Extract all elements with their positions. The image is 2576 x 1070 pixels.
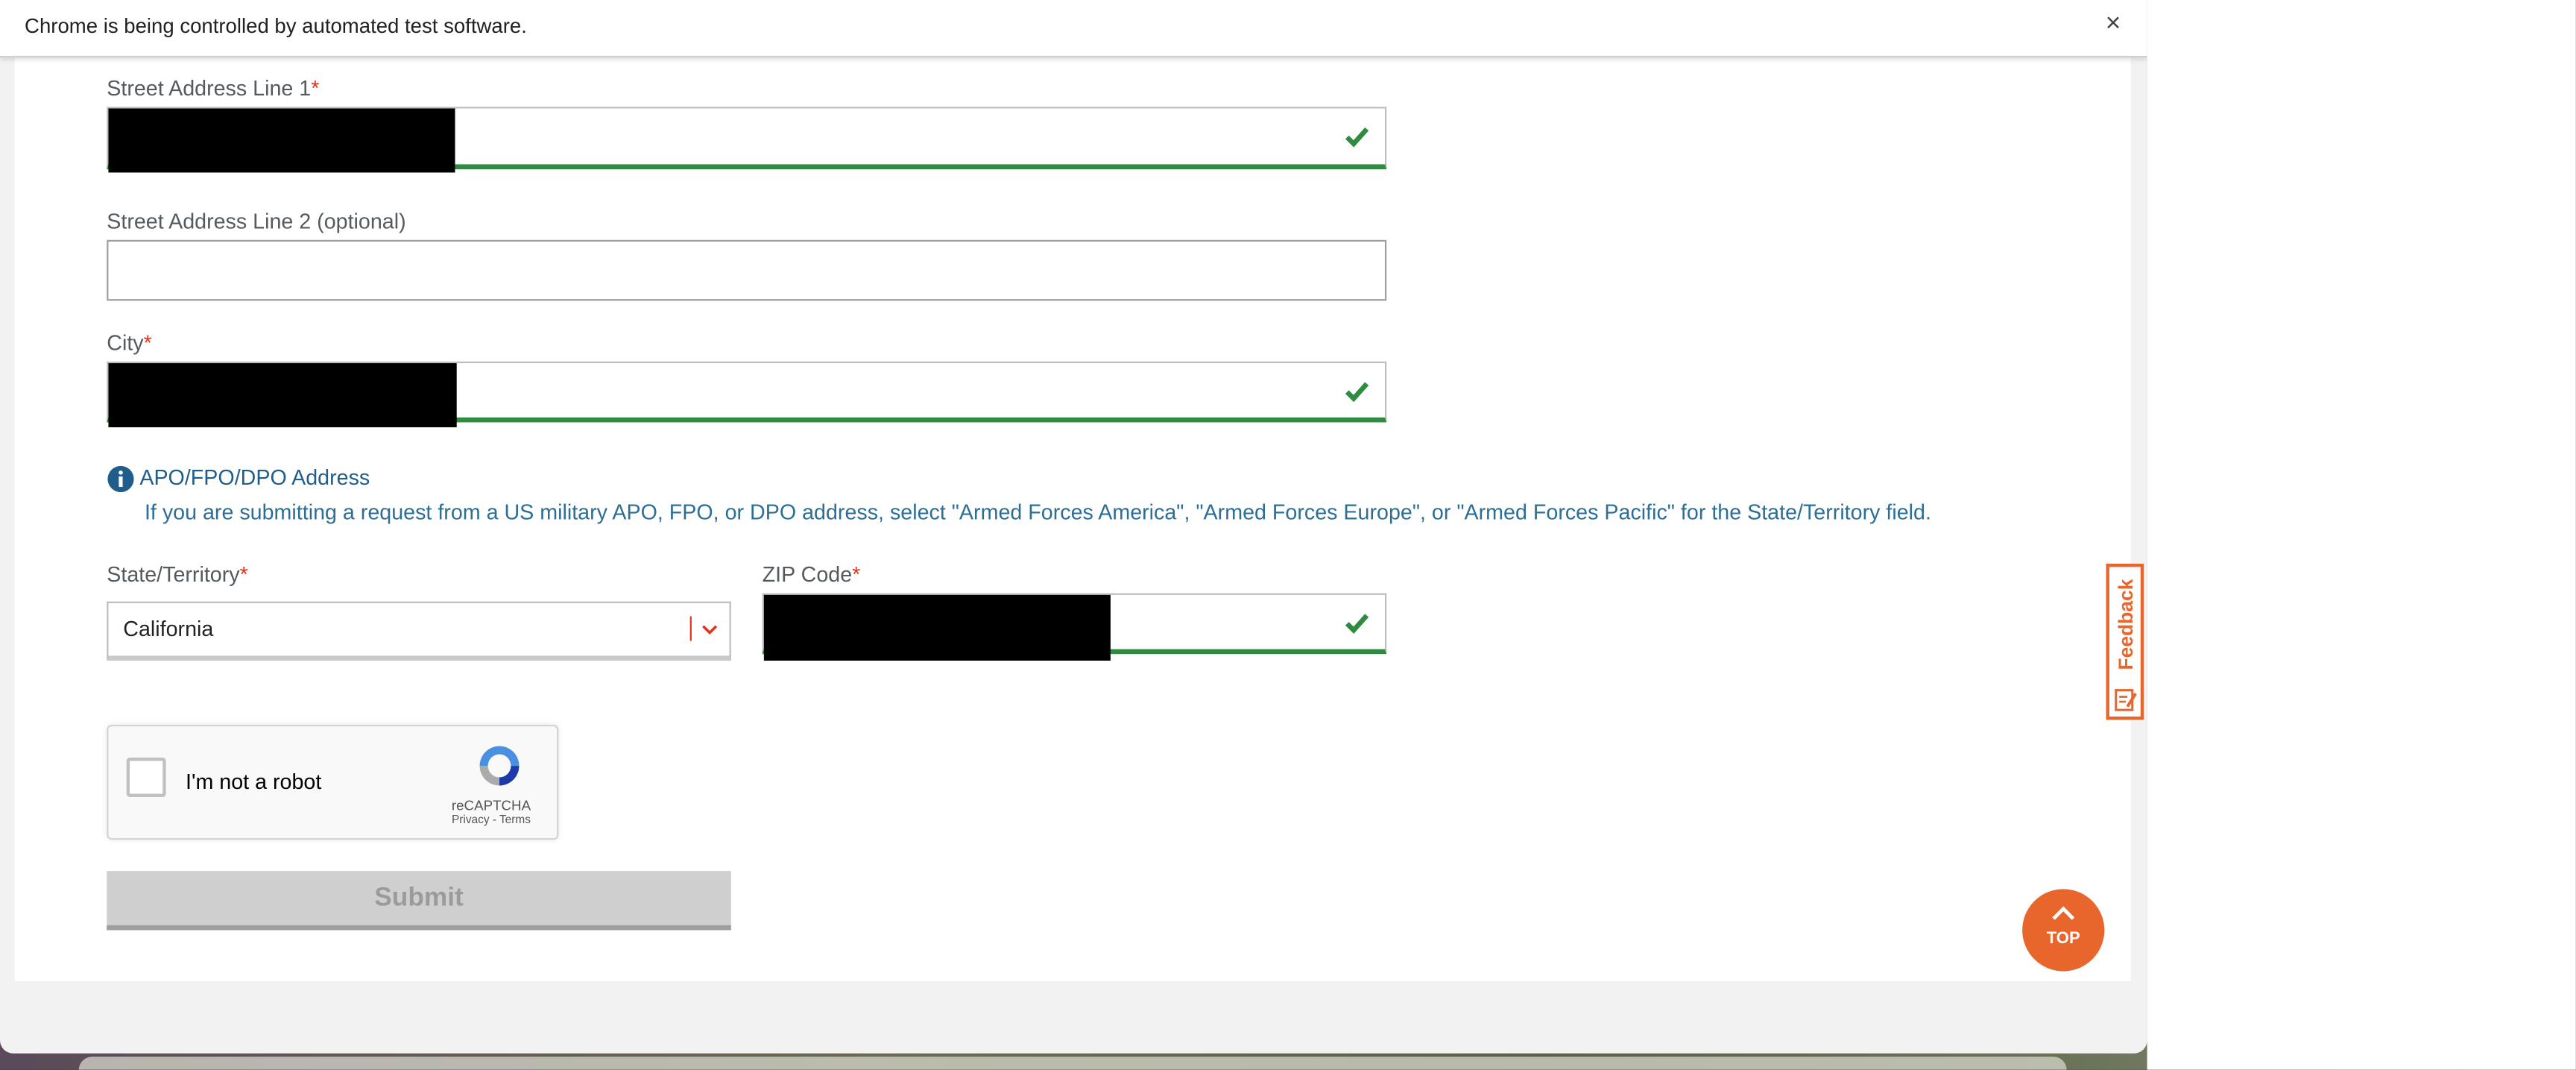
chevron-down-icon <box>702 625 718 635</box>
browser-window: Chrome is being controlled by automated … <box>0 0 2147 1054</box>
automation-infobar: Chrome is being controlled by automated … <box>0 0 2147 58</box>
recaptcha-logo-icon <box>479 746 520 786</box>
street1-input[interactable] <box>107 107 1387 173</box>
feedback-label: Feedback <box>2114 579 2138 670</box>
required-mark: * <box>311 75 320 101</box>
redacted-value <box>763 594 1111 661</box>
redacted-value <box>108 363 457 428</box>
back-to-top-button[interactable]: TOP <box>2022 889 2105 972</box>
check-icon <box>1345 382 1369 403</box>
feedback-icon <box>2115 689 2137 711</box>
required-mark: * <box>852 561 861 587</box>
recaptcha-widget: I'm not a robot reCAPTCHA Privacy - Term… <box>107 724 559 840</box>
street2-label: Street Address Line 2 (optional) <box>107 208 406 233</box>
city-input[interactable] <box>107 361 1387 428</box>
taskbar <box>78 1057 2067 1070</box>
feedback-tab[interactable]: Feedback <box>2106 563 2144 720</box>
check-icon <box>1345 614 1369 635</box>
redacted-value <box>108 108 455 173</box>
check-icon <box>1345 127 1369 148</box>
desktop-background <box>2147 0 2576 1070</box>
recaptcha-brand: reCAPTCHA <box>451 796 531 813</box>
submit-button[interactable]: Submit <box>107 871 731 931</box>
state-label-text: State/Territory <box>107 561 240 587</box>
apo-notice-title: APO/FPO/DPO Address <box>139 465 370 490</box>
chevron-up-icon <box>2052 906 2075 920</box>
city-label-text: City <box>107 330 144 356</box>
zip-label: ZIP Code* <box>763 562 861 587</box>
zip-label-text: ZIP Code <box>762 561 853 587</box>
info-icon <box>107 465 134 493</box>
recaptcha-links[interactable]: Privacy - Terms <box>442 815 540 826</box>
select-divider <box>689 616 692 641</box>
close-icon[interactable]: × <box>2106 10 2121 40</box>
street2-input[interactable] <box>107 239 1387 301</box>
recaptcha-checkbox[interactable] <box>126 758 166 797</box>
street1-label: Street Address Line 1* <box>107 75 319 100</box>
screen: Chrome is being controlled by automated … <box>0 0 2576 1070</box>
city-label: City* <box>107 330 152 355</box>
state-selected-value: California <box>123 616 214 641</box>
apo-notice-text: If you are submitting a request from a U… <box>144 500 1931 525</box>
required-mark: * <box>239 561 248 587</box>
recaptcha-label: I'm not a robot <box>186 769 322 794</box>
back-to-top-label: TOP <box>2046 930 2080 948</box>
street1-label-text: Street Address Line 1 <box>107 75 312 101</box>
form-page: Street Address Line 1* Street Address Li… <box>14 57 2131 981</box>
zip-input[interactable] <box>762 593 1387 661</box>
state-label: State/Territory* <box>107 562 248 587</box>
state-select[interactable]: California <box>107 601 731 661</box>
required-mark: * <box>143 330 152 356</box>
infobar-message: Chrome is being controlled by automated … <box>25 14 527 38</box>
